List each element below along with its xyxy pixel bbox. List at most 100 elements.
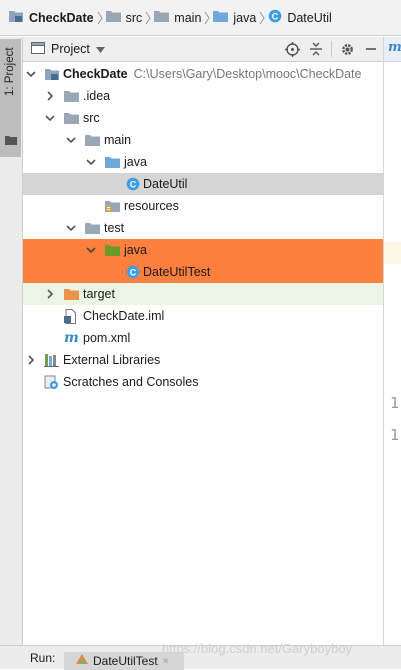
tree-row-src[interactable]: src: [23, 107, 383, 129]
tree-label: CheckDate.iml: [83, 309, 165, 323]
project-view-icon: [31, 41, 45, 57]
close-icon[interactable]: ×: [163, 656, 169, 667]
tree-label: main: [104, 133, 132, 147]
tree-label: CheckDate C:\Users\Gary\Desktop\mooc\Chec…: [63, 63, 361, 85]
chevron-right-icon[interactable]: [25, 349, 37, 371]
toolbar-divider: [331, 41, 332, 57]
library-icon: [44, 349, 60, 371]
module-folder-icon: [8, 9, 24, 26]
tree-row-test[interactable]: test: [23, 217, 383, 239]
chevron-down-icon[interactable]: [44, 107, 56, 129]
tool-window-strip: 1: Project: [0, 37, 23, 645]
tree-row-resources[interactable]: resources: [23, 195, 383, 217]
line-number: 1: [390, 426, 400, 444]
run-tab-label: DateUtilTest: [93, 654, 158, 668]
tree-label: External Libraries: [63, 353, 161, 367]
svg-text:C: C: [130, 180, 137, 190]
view-selector[interactable]: Project: [31, 41, 105, 57]
chevron-down-icon[interactable]: [85, 151, 97, 173]
editor-area[interactable]: m 1 1: [384, 37, 401, 645]
run-config-icon: [76, 653, 88, 669]
tree-label: Scratches and Consoles: [63, 375, 199, 389]
settings-gear-icon[interactable]: [335, 37, 359, 61]
chevron-down-icon[interactable]: [25, 63, 37, 85]
breadcrumb-item-dateutil[interactable]: C DateUtil: [268, 0, 332, 35]
run-tab-dateutiltest[interactable]: DateUtilTest ×: [64, 652, 184, 670]
project-path: C:\Users\Gary\Desktop\mooc\CheckDate: [133, 67, 362, 81]
tree-row-scratches[interactable]: Scratches and Consoles: [23, 371, 383, 393]
chevron-down-icon: [95, 42, 105, 56]
svg-text:C: C: [130, 268, 137, 278]
current-line-highlight: [384, 242, 401, 264]
tree-row-java-test[interactable]: java: [23, 239, 383, 261]
tree-row-external-libraries[interactable]: External Libraries: [23, 349, 383, 371]
tree-label: src: [83, 111, 100, 125]
tree-row-target[interactable]: target: [23, 283, 383, 305]
panel-header: Project: [23, 37, 383, 62]
tree-row-dateutiltest[interactable]: C DateUtilTest: [23, 261, 383, 283]
tree-row-idea[interactable]: .idea: [23, 85, 383, 107]
tree-row-pom[interactable]: m pom.xml: [23, 327, 383, 349]
tree-label: java: [124, 155, 147, 169]
folder-icon: [105, 10, 121, 26]
tree-label: java: [124, 243, 147, 257]
folder-icon: [64, 85, 79, 107]
svg-text:C: C: [272, 12, 279, 22]
tree-label: target: [83, 287, 115, 301]
scratches-icon: [44, 371, 59, 393]
breadcrumb-item-checkdate[interactable]: CheckDate: [8, 0, 94, 35]
tree-row-main[interactable]: main: [23, 129, 383, 151]
locate-icon[interactable]: [280, 37, 304, 61]
source-folder-icon: [105, 151, 120, 173]
tree-label: pom.xml: [83, 331, 131, 345]
tree-label: DateUtil: [143, 177, 188, 191]
tree-label: test: [104, 221, 125, 235]
chevron-right-icon: [201, 0, 213, 35]
chevron-right-icon[interactable]: [44, 283, 56, 305]
folder-icon: [154, 10, 170, 26]
chevron-down-icon[interactable]: [65, 129, 77, 151]
chevron-down-icon[interactable]: [65, 217, 77, 239]
chevron-down-icon[interactable]: [85, 239, 97, 261]
java-class-icon: C: [126, 173, 140, 195]
maven-icon: m: [388, 40, 401, 55]
project-tool-tab[interactable]: 1: Project: [0, 39, 21, 157]
module-folder-icon: [44, 63, 60, 85]
chevron-right-icon: [256, 0, 268, 35]
folder-icon: [85, 129, 100, 151]
folder-icon: [5, 135, 17, 149]
breadcrumb: CheckDate src main java C DateUtil: [0, 0, 401, 36]
tree-label: DateUtilTest: [143, 265, 211, 279]
run-label: Run:: [30, 651, 56, 665]
collapse-all-icon[interactable]: [304, 37, 328, 61]
tree-row-dateutil[interactable]: C DateUtil: [23, 173, 383, 195]
tree-label: .idea: [83, 89, 111, 103]
tree-row-iml[interactable]: CheckDate.iml: [23, 305, 383, 327]
chevron-right-icon: [142, 0, 154, 35]
breadcrumb-item-main[interactable]: main: [154, 0, 201, 35]
chevron-right-icon: [94, 0, 106, 35]
line-number: 1: [390, 394, 400, 412]
breadcrumb-item-src[interactable]: src: [105, 0, 142, 35]
tree-row-checkdate[interactable]: CheckDate C:\Users\Gary\Desktop\mooc\Chec…: [23, 63, 383, 85]
excluded-folder-icon: [64, 283, 79, 305]
tree-row-java-main[interactable]: java: [23, 151, 383, 173]
maven-icon: m: [64, 330, 79, 346]
java-class-icon: C: [268, 9, 282, 26]
editor-tab-pom[interactable]: m: [384, 37, 401, 62]
tree-label: resources: [124, 199, 179, 213]
chevron-right-icon[interactable]: [44, 85, 56, 107]
project-name: CheckDate: [63, 67, 128, 81]
folder-icon: [64, 107, 79, 129]
breadcrumb-item-java[interactable]: java: [213, 0, 256, 35]
project-tool-tab-label: 1: Project: [4, 47, 16, 96]
project-panel: Project CheckDate C:\Users\Gary\Desktop\…: [23, 37, 384, 645]
module-file-icon: [64, 305, 78, 327]
run-tool-bar: Run: DateUtilTest ×: [0, 645, 401, 670]
folder-icon: [85, 217, 100, 239]
hide-minimize-icon[interactable]: [359, 37, 383, 61]
test-source-folder-icon: [105, 239, 120, 261]
java-class-icon: C: [126, 261, 140, 283]
panel-title: Project: [51, 42, 90, 56]
source-folder-icon: [213, 10, 229, 26]
